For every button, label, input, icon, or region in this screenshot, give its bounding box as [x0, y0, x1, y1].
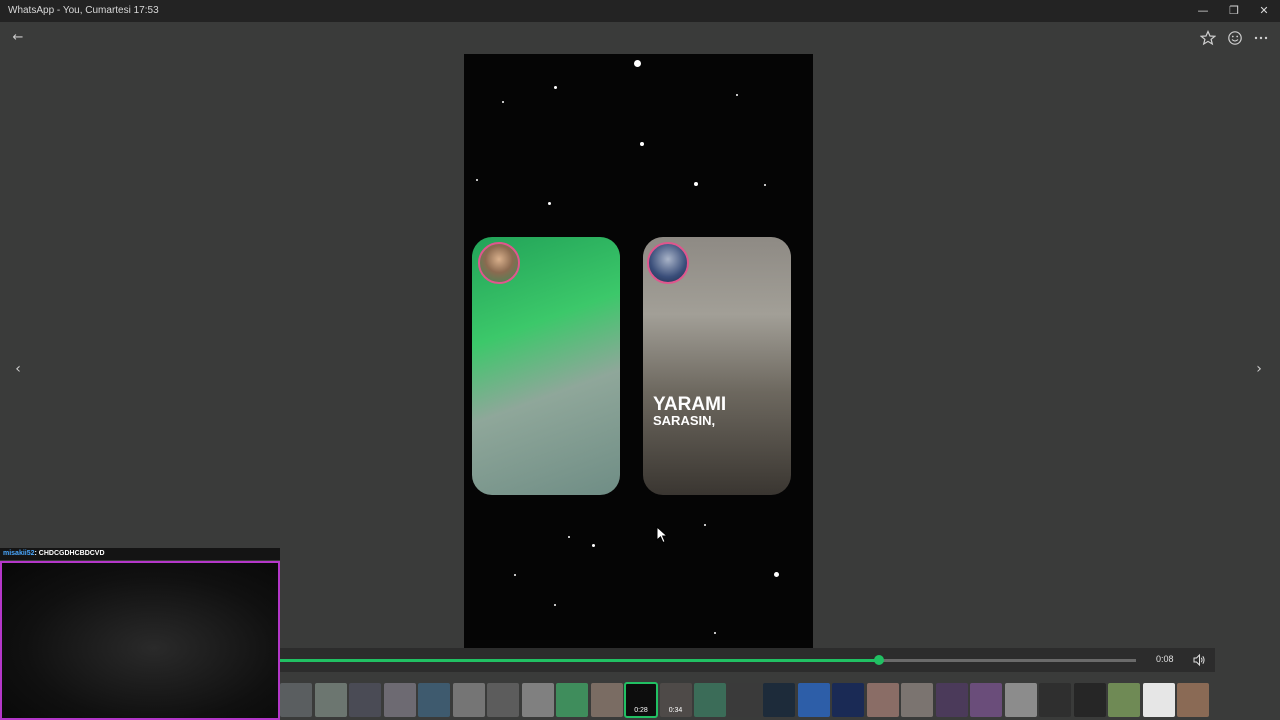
- next-media-button[interactable]: ›: [1251, 360, 1267, 378]
- sparkle: [774, 572, 779, 577]
- media-thumbnail[interactable]: [1177, 683, 1209, 717]
- sparkle: [714, 632, 716, 634]
- emoji-icon[interactable]: [1227, 30, 1243, 46]
- media-thumbnail[interactable]: [970, 683, 1002, 717]
- star-icon[interactable]: [1200, 30, 1216, 46]
- sparkle: [640, 142, 644, 146]
- video-controls: 0:08: [280, 648, 1215, 672]
- volume-icon[interactable]: [1192, 653, 1206, 667]
- restore-button[interactable]: ❐: [1218, 0, 1250, 22]
- sparkle: [554, 604, 556, 606]
- thumbnail-duration: 0:34: [668, 707, 683, 714]
- story-avatar: [478, 242, 520, 284]
- sparkle: [554, 86, 557, 89]
- media-thumbnail[interactable]: [763, 683, 795, 717]
- media-thumbnail[interactable]: [797, 683, 830, 717]
- media-thumbnail[interactable]: 0:28: [624, 682, 658, 718]
- chat-username: misakii52: [3, 550, 35, 557]
- media-video[interactable]: YARAMI SARASIN,: [464, 54, 813, 648]
- media-thumbnail[interactable]: [590, 683, 623, 717]
- media-thumbnail[interactable]: [1004, 683, 1037, 717]
- media-thumbnail[interactable]: [556, 683, 588, 717]
- minimize-button[interactable]: —: [1187, 0, 1219, 22]
- webcam-overlay: misakii52: CHDCGDHCBDCVD: [0, 548, 280, 720]
- close-button[interactable]: ✕: [1248, 0, 1280, 22]
- chat-text: : CHDCGDHCBDCVD: [34, 550, 105, 557]
- sparkle: [502, 101, 504, 103]
- seek-bar-progress: [280, 659, 880, 662]
- seek-bar[interactable]: [280, 659, 1136, 662]
- sparkle: [476, 179, 478, 181]
- media-thumbnail[interactable]: [832, 683, 864, 717]
- media-thumbnail[interactable]: [1108, 683, 1140, 717]
- sparkle: [764, 184, 766, 186]
- story-avatar: [647, 242, 689, 284]
- media-thumbnail[interactable]: [1039, 683, 1071, 717]
- sparkle: [694, 182, 698, 186]
- previous-media-button[interactable]: ‹: [10, 360, 26, 378]
- media-thumbnail[interactable]: [452, 683, 485, 717]
- media-thumbnail[interactable]: [314, 683, 347, 717]
- thumbnail-duration: 0:28: [634, 707, 648, 714]
- media-thumbnail[interactable]: [1142, 683, 1175, 717]
- media-thumbnail[interactable]: 0:34: [659, 683, 692, 717]
- sparkle: [634, 60, 641, 67]
- more-options-icon[interactable]: [1253, 30, 1269, 46]
- media-thumbnail[interactable]: [901, 683, 933, 717]
- media-thumbnail[interactable]: [728, 683, 761, 717]
- media-thumbnail[interactable]: [935, 683, 968, 717]
- sparkle: [568, 536, 570, 538]
- sparkle: [736, 94, 738, 96]
- seek-handle[interactable]: [874, 655, 885, 665]
- media-thumbnail[interactable]: [866, 683, 899, 717]
- window-title: WhatsApp - You, Cumartesi 17:53: [8, 5, 159, 16]
- chat-message: misakii52: CHDCGDHCBDCVD: [0, 548, 280, 560]
- sparkle: [592, 544, 595, 547]
- media-thumbnail[interactable]: [487, 683, 519, 717]
- media-thumbnail[interactable]: [418, 683, 450, 717]
- mouse-cursor-icon: [656, 526, 668, 544]
- media-thumbnail-strip: 0:28 0:34: [280, 682, 1215, 718]
- media-thumbnail[interactable]: [1073, 683, 1106, 717]
- media-thumbnail[interactable]: [349, 683, 381, 717]
- media-thumbnail[interactable]: [521, 683, 554, 717]
- story-card-right: YARAMI SARASIN,: [643, 237, 791, 495]
- sparkle: [514, 574, 516, 576]
- sparkle: [704, 524, 706, 526]
- media-thumbnail[interactable]: [694, 683, 726, 717]
- webcam-feed: [0, 561, 280, 720]
- media-thumbnail[interactable]: [383, 683, 416, 717]
- story-card-left: [472, 237, 620, 495]
- current-time: 0:08: [1156, 654, 1174, 664]
- caption-line-2: SARASIN,: [653, 413, 716, 428]
- back-button[interactable]: ←: [10, 30, 26, 46]
- media-thumbnail[interactable]: [280, 683, 312, 717]
- sparkle: [548, 202, 551, 205]
- window-titlebar: WhatsApp - You, Cumartesi 17:53 — ❐ ✕: [0, 0, 1280, 22]
